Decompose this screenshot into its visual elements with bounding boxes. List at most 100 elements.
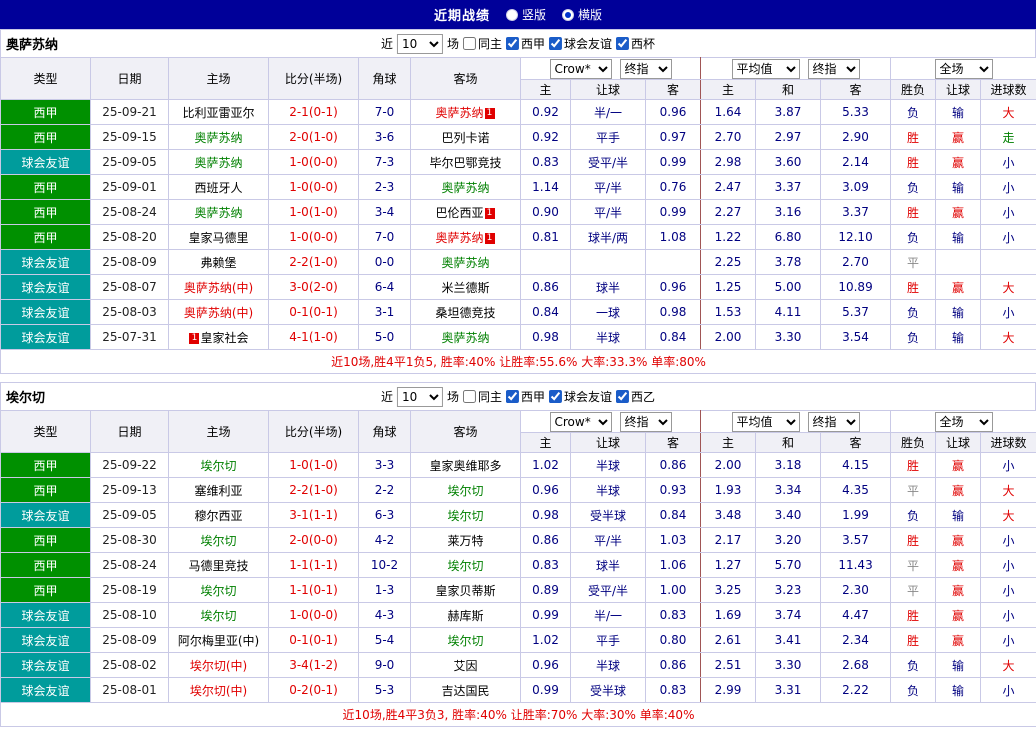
team-link[interactable]: 皇家奥维耶多 bbox=[429, 459, 501, 473]
team-link[interactable]: 皇家马德里 bbox=[188, 231, 248, 245]
home-team: 埃尔切(中) bbox=[169, 678, 269, 703]
filter-friendly[interactable]: 球会友谊 bbox=[549, 35, 612, 52]
match-score[interactable]: 1-0(0-0) bbox=[269, 175, 359, 200]
team-link[interactable]: 奥萨苏纳 bbox=[435, 231, 483, 245]
team-link[interactable]: 埃尔切(中) bbox=[190, 684, 247, 698]
match-score[interactable]: 0-1(0-1) bbox=[269, 300, 359, 325]
filter-laliga[interactable]: 西甲 bbox=[506, 388, 545, 405]
layout-option-horizontal[interactable]: 横版 bbox=[562, 6, 602, 23]
match-score[interactable]: 2-2(1-0) bbox=[269, 250, 359, 275]
match-score[interactable]: 2-1(0-1) bbox=[269, 100, 359, 125]
team-link[interactable]: 埃尔切(中) bbox=[190, 659, 247, 673]
team-link[interactable]: 埃尔切 bbox=[447, 559, 483, 573]
filter-segunda[interactable]: 西乙 bbox=[616, 388, 655, 405]
avg-final-select[interactable]: 终指 bbox=[808, 59, 860, 79]
same-home-checkbox[interactable] bbox=[463, 37, 476, 50]
same-home-checkbox[interactable] bbox=[463, 390, 476, 403]
match-score[interactable]: 3-4(1-2) bbox=[269, 653, 359, 678]
odds-handicap bbox=[571, 250, 646, 275]
team-link[interactable]: 巴列卡诺 bbox=[441, 131, 489, 145]
match-score[interactable]: 2-0(1-0) bbox=[269, 125, 359, 150]
avg-source-select[interactable]: 平均值 bbox=[732, 59, 800, 79]
cup-checkbox[interactable] bbox=[616, 37, 629, 50]
team-link[interactable]: 巴伦西亚 bbox=[435, 206, 483, 220]
team-link[interactable]: 塞维利亚 bbox=[194, 484, 242, 498]
match-score[interactable]: 1-0(1-0) bbox=[269, 453, 359, 478]
filter-cup[interactable]: 西杯 bbox=[616, 35, 655, 52]
segunda-checkbox[interactable] bbox=[616, 390, 629, 403]
team-link[interactable]: 奥萨苏纳 bbox=[194, 131, 242, 145]
team-link[interactable]: 艾因 bbox=[453, 659, 477, 673]
team-link[interactable]: 埃尔切 bbox=[447, 509, 483, 523]
avg-away-odds: 5.37 bbox=[821, 300, 891, 325]
match-score[interactable]: 1-0(0-0) bbox=[269, 150, 359, 175]
match-score[interactable]: 1-1(1-1) bbox=[269, 553, 359, 578]
match-score[interactable]: 1-0(1-0) bbox=[269, 200, 359, 225]
match-score[interactable]: 4-1(1-0) bbox=[269, 325, 359, 350]
avg-draw-odds: 3.41 bbox=[756, 628, 821, 653]
team-link[interactable]: 埃尔切 bbox=[447, 484, 483, 498]
league-type-badge: 球会友谊 bbox=[1, 150, 91, 175]
team-link[interactable]: 奥萨苏纳 bbox=[435, 106, 483, 120]
filter-friendly[interactable]: 球会友谊 bbox=[549, 388, 612, 405]
team-link[interactable]: 皇家社会 bbox=[200, 331, 248, 345]
avg-draw-odds: 3.37 bbox=[756, 175, 821, 200]
match-score[interactable]: 3-0(2-0) bbox=[269, 275, 359, 300]
team-link[interactable]: 埃尔切 bbox=[447, 634, 483, 648]
match-score[interactable]: 2-0(0-0) bbox=[269, 528, 359, 553]
team-link[interactable]: 弗赖堡 bbox=[200, 256, 236, 270]
match-score[interactable]: 1-0(0-0) bbox=[269, 603, 359, 628]
team-link[interactable]: 比利亚雷亚尔 bbox=[182, 106, 254, 120]
team-link[interactable]: 穆尔西亚 bbox=[194, 509, 242, 523]
match-count-select[interactable]: 10 bbox=[397, 34, 443, 54]
team-link[interactable]: 莱万特 bbox=[447, 534, 483, 548]
match-date: 25-08-07 bbox=[91, 275, 169, 300]
team-link[interactable]: 埃尔切 bbox=[200, 459, 236, 473]
filter-same-home[interactable]: 同主 bbox=[463, 388, 502, 405]
team-link[interactable]: 奥萨苏纳 bbox=[194, 156, 242, 170]
friendly-checkbox[interactable] bbox=[549, 37, 562, 50]
filter-same-home[interactable]: 同主 bbox=[463, 35, 502, 52]
home-team: 奥萨苏纳 bbox=[169, 125, 269, 150]
team-link[interactable]: 皇家贝蒂斯 bbox=[435, 584, 495, 598]
team-link[interactable]: 毕尔巴鄂竞技 bbox=[429, 156, 501, 170]
team-link[interactable]: 奥萨苏纳 bbox=[441, 331, 489, 345]
odds-source-select[interactable]: Crow* bbox=[550, 59, 612, 79]
avg-source-select[interactable]: 平均值 bbox=[732, 412, 800, 432]
team-link[interactable]: 马德里竞技 bbox=[188, 559, 248, 573]
team-link[interactable]: 米兰德斯 bbox=[441, 281, 489, 295]
match-score[interactable]: 0-2(0-1) bbox=[269, 678, 359, 703]
friendly-checkbox[interactable] bbox=[549, 390, 562, 403]
team-link[interactable]: 奥萨苏纳 bbox=[194, 206, 242, 220]
team-link[interactable]: 奥萨苏纳(中) bbox=[184, 281, 253, 295]
team-link[interactable]: 奥萨苏纳 bbox=[441, 181, 489, 195]
team-link[interactable]: 阿尔梅里亚(中) bbox=[178, 634, 259, 648]
team-link[interactable]: 埃尔切 bbox=[200, 534, 236, 548]
match-count-select[interactable]: 10 bbox=[397, 387, 443, 407]
team-link[interactable]: 埃尔切 bbox=[200, 584, 236, 598]
team-link[interactable]: 埃尔切 bbox=[200, 609, 236, 623]
laliga-checkbox[interactable] bbox=[506, 390, 519, 403]
match-score[interactable]: 0-1(0-1) bbox=[269, 628, 359, 653]
team-link[interactable]: 赫库斯 bbox=[447, 609, 483, 623]
summary-row: 近10场,胜4平1负5, 胜率:40% 让胜率:55.6% 大率:33.3% 单… bbox=[1, 350, 1036, 374]
team-link[interactable]: 吉达国民 bbox=[441, 684, 489, 698]
laliga-checkbox[interactable] bbox=[506, 37, 519, 50]
team-link[interactable]: 西班牙人 bbox=[194, 181, 242, 195]
scope-select[interactable]: 全场 bbox=[935, 59, 993, 79]
col-score: 比分(半场) bbox=[269, 411, 359, 453]
odds-source-select[interactable]: Crow* bbox=[550, 412, 612, 432]
team-link[interactable]: 奥萨苏纳(中) bbox=[184, 306, 253, 320]
odds-final-select[interactable]: 终指 bbox=[620, 59, 672, 79]
scope-select[interactable]: 全场 bbox=[935, 412, 993, 432]
avg-final-select[interactable]: 终指 bbox=[808, 412, 860, 432]
team-link[interactable]: 桑坦德竞技 bbox=[435, 306, 495, 320]
layout-option-vertical[interactable]: 竖版 bbox=[506, 6, 546, 23]
team-link[interactable]: 奥萨苏纳 bbox=[441, 256, 489, 270]
match-score[interactable]: 2-2(1-0) bbox=[269, 478, 359, 503]
match-score[interactable]: 1-0(0-0) bbox=[269, 225, 359, 250]
match-score[interactable]: 3-1(1-1) bbox=[269, 503, 359, 528]
filter-laliga[interactable]: 西甲 bbox=[506, 35, 545, 52]
odds-final-select[interactable]: 终指 bbox=[620, 412, 672, 432]
match-score[interactable]: 1-1(0-1) bbox=[269, 578, 359, 603]
